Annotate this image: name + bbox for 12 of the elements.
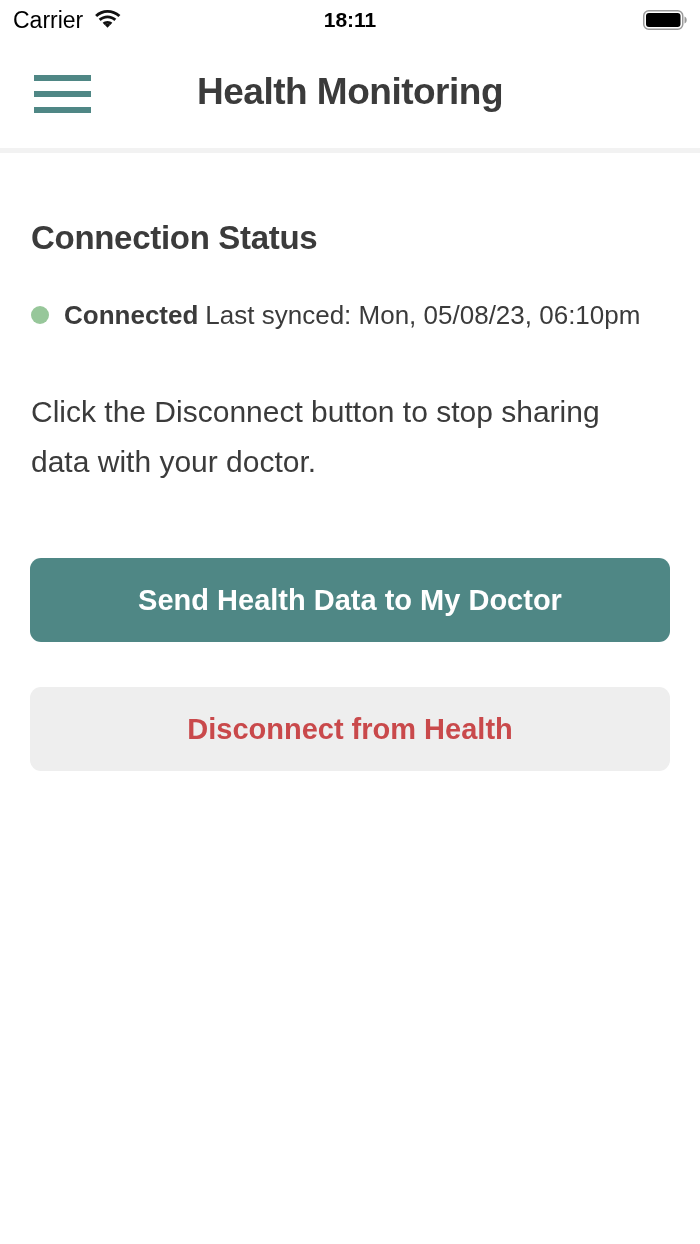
wifi-icon — [94, 10, 122, 30]
clock-time: 18:11 — [323, 7, 377, 33]
page-title: Health Monitoring — [197, 70, 503, 114]
menu-icon[interactable] — [34, 75, 91, 113]
battery-icon — [643, 10, 687, 30]
disconnect-button[interactable]: Disconnect from Health — [30, 687, 670, 771]
carrier-label: Carrier — [13, 6, 84, 34]
status-label: Connected — [64, 300, 199, 330]
section-heading: Connection Status — [30, 218, 319, 258]
description-text: Click the Disconnect button to stop sharing data with your doctor. — [31, 394, 601, 480]
last-synced-text: Last synced: Mon, 05/08/23, 06:10pm — [205, 300, 641, 330]
send-data-button[interactable]: Send Health Data to My Doctor — [30, 558, 670, 642]
